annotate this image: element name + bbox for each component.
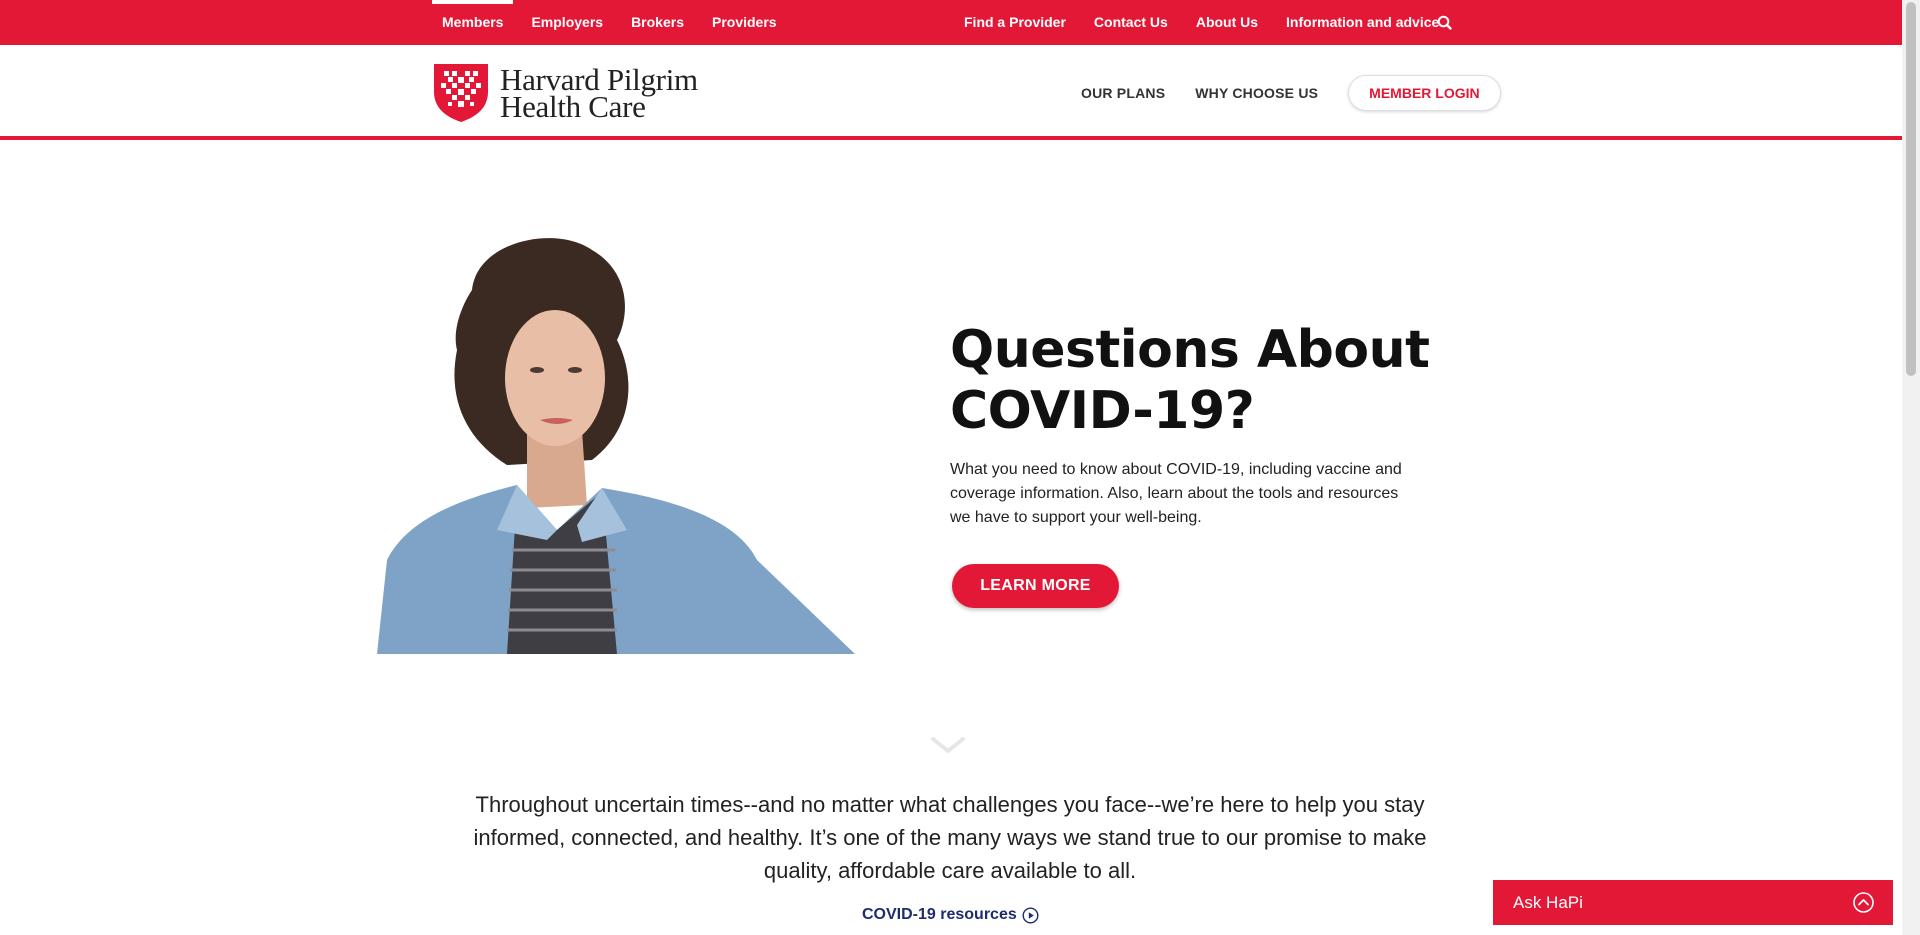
nav-about-us[interactable]: About Us [1186, 0, 1268, 45]
covid-resources-label: COVID-19 resources [862, 906, 1017, 923]
hero-heading-line2: COVID-19? [950, 381, 1255, 441]
nav-our-plans[interactable]: OUR PLANS [1081, 85, 1165, 101]
chevron-up-circle-icon[interactable] [1852, 891, 1875, 914]
nav-contact-us[interactable]: Contact Us [1084, 0, 1178, 45]
utility-nav: Find a Provider Contact Us About Us Info… [954, 0, 1457, 45]
main-nav: OUR PLANS WHY CHOOSE US MEMBER LOGIN [1081, 45, 1501, 140]
brand-wordmark: Harvard Pilgrim Health Care [500, 64, 698, 124]
scrollbar-thumb[interactable] [1906, 2, 1916, 376]
covid-resources-link[interactable]: COVID-19 resources [862, 906, 1039, 924]
nav-why-choose-us[interactable]: WHY CHOOSE US [1195, 85, 1318, 101]
brand-logo[interactable]: Harvard Pilgrim Health Care [432, 62, 698, 124]
chevron-down-icon[interactable] [930, 735, 966, 755]
learn-more-button[interactable]: LEARN MORE [952, 564, 1119, 608]
hero-description: What you need to know about COVID-19, in… [950, 461, 1402, 526]
hero-portrait-image [377, 238, 855, 654]
utility-bar: Members Employers Brokers Providers Find… [0, 0, 1902, 45]
chat-label: Ask HaPi [1513, 892, 1583, 912]
nav-members[interactable]: Members [432, 0, 514, 45]
ask-hapi-chat-widget[interactable]: Ask HaPi [1493, 880, 1893, 925]
nav-find-a-provider[interactable]: Find a Provider [954, 0, 1076, 45]
audience-nav: Members Employers Brokers Providers [432, 0, 795, 45]
nav-providers[interactable]: Providers [702, 0, 787, 45]
site-header: Harvard Pilgrim Health Care OUR PLANS WH… [0, 45, 1902, 140]
brand-name-line2: Health Care [500, 89, 646, 124]
hero-heading-line1: Questions About [950, 320, 1430, 380]
hero-heading: Questions About COVID-19? [950, 320, 1430, 442]
search-icon[interactable] [1434, 12, 1456, 34]
nav-employers[interactable]: Employers [521, 0, 613, 45]
shield-logo-icon [434, 64, 488, 122]
member-login-button[interactable]: MEMBER LOGIN [1348, 74, 1501, 111]
mission-statement: Throughout uncertain times--and no matte… [473, 792, 1427, 883]
page-scrollbar[interactable] [1902, 0, 1920, 935]
nav-brokers[interactable]: Brokers [621, 0, 694, 45]
play-circle-icon [1022, 906, 1039, 924]
nav-information-and-advice[interactable]: Information and advice [1276, 0, 1449, 45]
